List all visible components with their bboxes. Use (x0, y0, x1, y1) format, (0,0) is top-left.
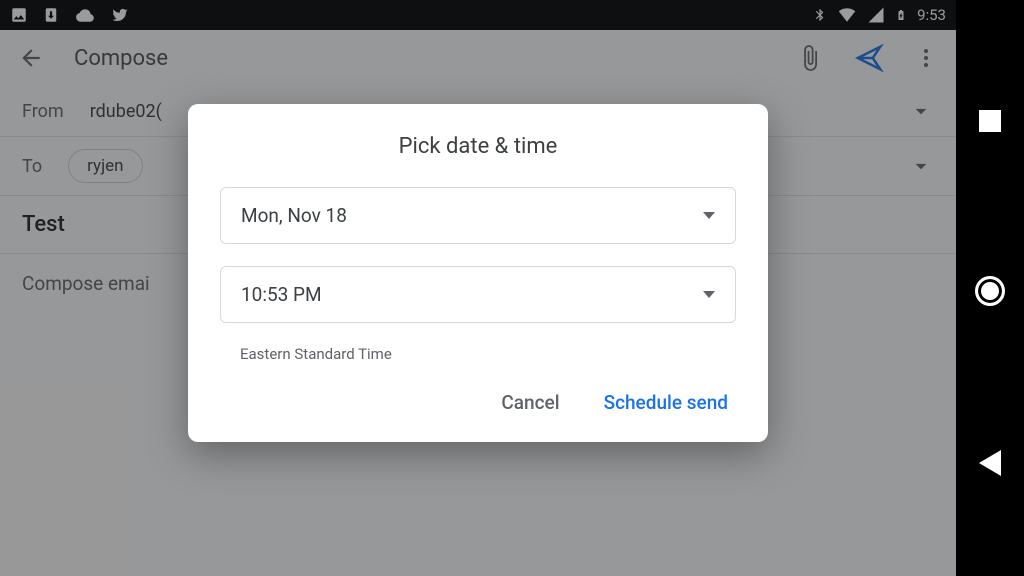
time-picker[interactable]: 10:53 PM (220, 266, 736, 323)
system-nav-bar (956, 0, 1024, 576)
dropdown-icon (703, 212, 715, 219)
dropdown-icon (703, 291, 715, 298)
nav-home-icon[interactable] (975, 276, 1005, 306)
dialog-actions: Cancel Schedule send (220, 385, 736, 420)
dialog-title: Pick date & time (220, 134, 736, 159)
schedule-send-button[interactable]: Schedule send (602, 385, 730, 420)
timezone-label: Eastern Standard Time (240, 345, 736, 363)
cancel-button[interactable]: Cancel (499, 385, 561, 420)
device-screen: 9:53 Compose From rdube02( To ryjen Test (0, 0, 1024, 576)
date-value: Mon, Nov 18 (241, 204, 703, 227)
schedule-send-dialog: Pick date & time Mon, Nov 18 10:53 PM Ea… (188, 104, 768, 442)
date-picker[interactable]: Mon, Nov 18 (220, 187, 736, 244)
time-value: 10:53 PM (241, 283, 703, 306)
nav-recent-icon[interactable] (979, 110, 1001, 132)
nav-back-icon[interactable] (979, 450, 1001, 476)
